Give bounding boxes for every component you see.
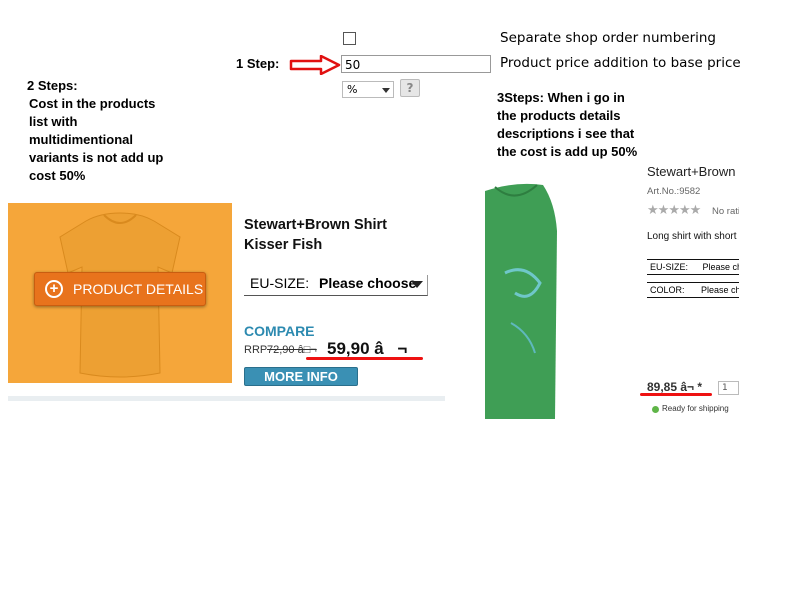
price-addition-label: Product price addition to base price bbox=[500, 55, 741, 71]
detail-product-image[interactable] bbox=[485, 183, 560, 419]
product-title-line: Kisser Fish bbox=[244, 237, 323, 253]
star-icon: ★ bbox=[647, 203, 659, 218]
rating-stars: ★★★★★ bbox=[647, 203, 702, 218]
separate-numbering-checkbox[interactable] bbox=[343, 32, 356, 45]
unit-select-value: % bbox=[347, 83, 358, 96]
separate-numbering-label: Separate shop order numbering bbox=[500, 30, 716, 46]
detail-description: Long shirt with short s bbox=[647, 231, 739, 242]
detail-title: Stewart+Brown S bbox=[647, 164, 739, 179]
chevron-down-icon bbox=[382, 88, 390, 93]
rrp-value: 72,90 â□¬ bbox=[267, 344, 317, 356]
step2-line: multidimentional bbox=[29, 132, 133, 147]
more-info-button[interactable]: MORE INFO bbox=[244, 367, 358, 386]
compare-link[interactable]: COMPARE bbox=[244, 323, 315, 339]
step3-line: the cost is add up 50% bbox=[497, 144, 638, 159]
detail-shipping: Ready for shipping bbox=[662, 404, 729, 413]
step1-label: 1 Step: bbox=[236, 56, 280, 71]
detail-color-value: Please choo bbox=[701, 285, 739, 295]
card-divider bbox=[8, 396, 445, 401]
step3-note: 3Steps: When i go in the products detail… bbox=[497, 89, 637, 161]
step2-note: 2 Steps: Cost in the products list with … bbox=[27, 77, 163, 185]
detail-rating-text: No ratir bbox=[712, 206, 739, 217]
star-icon: ★ bbox=[668, 203, 680, 218]
detail-qty-input[interactable]: 1 bbox=[718, 381, 739, 395]
unit-select[interactable]: % bbox=[342, 81, 394, 98]
chevron-down-icon bbox=[411, 281, 423, 288]
star-icon: ★ bbox=[678, 203, 691, 218]
red-arrow-icon bbox=[289, 55, 341, 75]
detail-size-value: Please choo bbox=[702, 262, 739, 272]
step3-line: descriptions i see that bbox=[497, 126, 635, 141]
step2-line: 2 Steps: bbox=[27, 78, 78, 93]
star-icon: ★ bbox=[657, 203, 670, 218]
step2-line: list with bbox=[29, 114, 78, 129]
size-value: Please choose bbox=[319, 275, 417, 291]
product-image[interactable]: + PRODUCT DETAILS bbox=[8, 203, 232, 383]
product-title[interactable]: Stewart+Brown Shirt Kisser Fish bbox=[244, 215, 387, 255]
step2-line: variants is not add up bbox=[29, 150, 164, 165]
price-highlight-line bbox=[306, 357, 423, 360]
size-select[interactable]: EU-SIZE: Please choose bbox=[244, 275, 428, 296]
product-details-button[interactable]: + PRODUCT DETAILS bbox=[34, 272, 206, 306]
detail-color-row[interactable]: COLOR: Please choo bbox=[647, 282, 739, 298]
rrp-label: RRP bbox=[244, 344, 268, 356]
price-addition-input[interactable]: 50 bbox=[341, 55, 491, 73]
detail-price: 89,85 â¬ * bbox=[647, 380, 703, 394]
detail-color-label: COLOR: bbox=[650, 285, 685, 295]
size-label: EU-SIZE: bbox=[250, 275, 310, 291]
green-shirt-image bbox=[485, 183, 557, 419]
plus-circle-icon: + bbox=[45, 280, 63, 298]
detail-article-no: Art.No.:9582 bbox=[647, 186, 701, 197]
product-title-line: Stewart+Brown Shirt bbox=[244, 217, 388, 233]
step3-line: 3Steps: When i go in bbox=[497, 90, 625, 105]
product-details-label: PRODUCT DETAILS bbox=[73, 281, 204, 297]
detail-size-label: EU-SIZE: bbox=[650, 262, 689, 272]
help-button[interactable]: ? bbox=[400, 79, 420, 97]
step2-line: Cost in the products bbox=[29, 96, 156, 111]
detail-price-highlight-line bbox=[640, 393, 712, 396]
star-icon: ★ bbox=[689, 203, 702, 218]
step3-line: the products details bbox=[497, 108, 621, 123]
detail-size-row[interactable]: EU-SIZE: Please choo bbox=[647, 259, 739, 275]
shipping-status-dot-icon bbox=[652, 406, 659, 413]
step2-line: cost 50% bbox=[29, 168, 86, 183]
